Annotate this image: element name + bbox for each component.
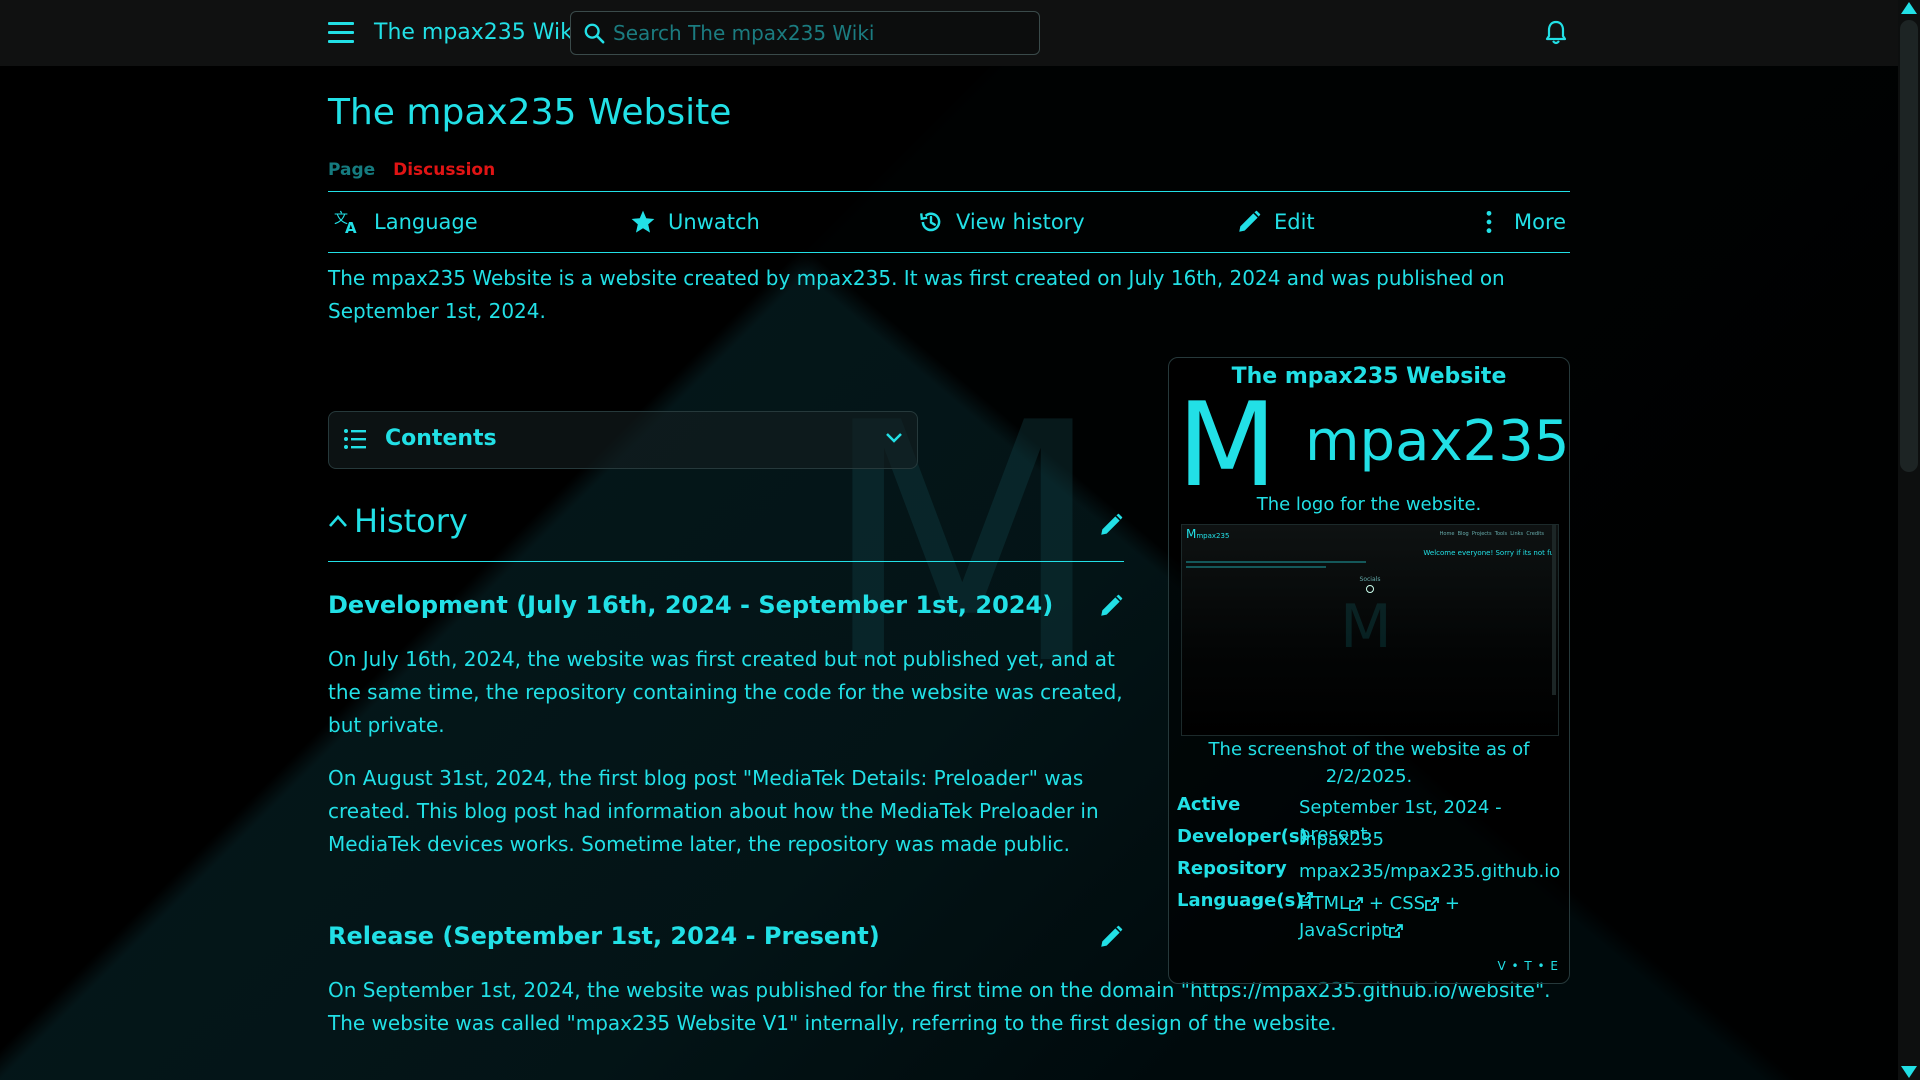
more-button[interactable]: More	[1476, 200, 1566, 244]
languages-value: HTML + CSS + JavaScript	[1299, 890, 1569, 944]
infobox-key: Repository	[1177, 858, 1287, 879]
search-icon	[584, 23, 605, 44]
development-heading: Development (July 16th, 2024 - September…	[328, 591, 1054, 619]
screenshot-brand: Mmpax235	[1186, 527, 1230, 541]
contents-toggle[interactable]: Contents	[328, 411, 918, 469]
screenshot-text-line	[1186, 566, 1326, 568]
infobox-key: Language(s)	[1177, 890, 1304, 911]
page-background-shadow	[0, 0, 1920, 1080]
development-paragraph-1: On July 16th, 2024, the website was firs…	[328, 647, 1123, 737]
star-icon	[631, 210, 655, 233]
site-title[interactable]: The mpax235 Wiki	[374, 20, 579, 45]
hamburger-menu-icon[interactable]	[328, 22, 354, 44]
scroll-down-arrow-icon[interactable]	[1901, 1066, 1917, 1078]
infobox-key: Active	[1177, 794, 1241, 815]
svg-text:A: A	[345, 219, 357, 235]
separator: +	[1368, 893, 1384, 914]
history-heading[interactable]: History	[328, 502, 468, 540]
javascript-link[interactable]: JavaScript	[1299, 920, 1389, 941]
history-title: History	[354, 502, 468, 540]
divider	[328, 561, 1124, 562]
page-actions-bar: 文A Language Unwatch View history Edit Mo…	[328, 200, 1570, 244]
tab-discussion[interactable]: Discussion	[393, 160, 495, 180]
search-box[interactable]	[570, 11, 1040, 55]
search-input[interactable]	[611, 12, 1025, 54]
language-button[interactable]: 文A Language	[334, 200, 478, 244]
translate-icon: 文A	[334, 211, 357, 235]
screenshot-nav: Home Blog Projects Tools Links Credits	[1439, 531, 1544, 537]
screenshot-bg-letter: M	[1340, 592, 1392, 662]
chevron-down-icon	[886, 433, 902, 443]
divider	[328, 252, 1570, 253]
edit-button[interactable]: Edit	[1236, 200, 1315, 244]
edit-section-pencil-icon[interactable]	[1098, 512, 1124, 538]
edit-label: Edit	[1274, 210, 1315, 234]
screenshot-socials: Socials	[1359, 576, 1381, 583]
css-link[interactable]: CSS	[1390, 893, 1425, 914]
infobox: The mpax235 Website M mpax235 The logo f…	[1168, 357, 1570, 984]
infobox-key: Developer(s)	[1177, 826, 1308, 847]
release-heading: Release (September 1st, 2024 - Present)	[328, 922, 880, 950]
unwatch-button[interactable]: Unwatch	[630, 200, 760, 244]
screenshot-scrollbar	[1552, 525, 1556, 695]
infobox-value[interactable]: mpax235	[1299, 826, 1569, 853]
chevron-up-icon	[329, 515, 347, 527]
page-tabs: Page Discussion	[328, 160, 495, 180]
more-vertical-icon	[1486, 210, 1492, 234]
scroll-up-arrow-icon[interactable]	[1901, 2, 1917, 14]
page-background	[0, 0, 1920, 1080]
screenshot-caption: The screenshot of the website as of 2/2/…	[1208, 739, 1530, 787]
infobox-logo-text: mpax235	[1305, 409, 1570, 474]
website-screenshot-image[interactable]: Mmpax235 Home Blog Projects Tools Links …	[1181, 524, 1559, 736]
more-label: More	[1514, 210, 1567, 234]
external-link-icon	[1425, 897, 1439, 911]
infobox-logo-letter: M	[1177, 378, 1278, 513]
language-label: Language	[374, 210, 478, 234]
screenshot-welcome: Welcome everyone! Sorry if its not fu	[1423, 549, 1554, 557]
unwatch-label: Unwatch	[668, 210, 760, 234]
external-link-icon	[1389, 924, 1404, 938]
page-title: The mpax235 Website	[328, 92, 732, 133]
external-link-icon	[1349, 897, 1363, 911]
scrollbar-thumb[interactable]	[1900, 20, 1918, 472]
list-icon	[344, 429, 366, 449]
view-history-button[interactable]: View history	[918, 200, 1085, 244]
history-icon	[920, 212, 941, 232]
development-paragraph-2: On August 31st, 2024, the first blog pos…	[328, 766, 1099, 856]
intro-paragraph: The mpax235 Website is a website created…	[328, 266, 1505, 323]
pencil-icon	[1239, 210, 1261, 232]
top-bar: The mpax235 Wiki	[0, 0, 1898, 66]
edit-section-pencil-icon[interactable]	[1098, 593, 1124, 619]
separator: +	[1444, 893, 1460, 914]
tab-page[interactable]: Page	[328, 160, 375, 180]
contents-label: Contents	[385, 426, 497, 451]
screenshot-text-line	[1186, 561, 1366, 563]
vte-links[interactable]: V • T • E	[1497, 959, 1559, 973]
logo-caption: The logo for the website.	[1256, 494, 1482, 515]
html-link[interactable]: HTML	[1299, 893, 1349, 914]
edit-section-pencil-icon[interactable]	[1098, 924, 1124, 950]
divider	[328, 191, 1570, 192]
notifications-bell-icon[interactable]	[1545, 20, 1567, 46]
vertical-scrollbar[interactable]	[1898, 0, 1920, 1080]
view-history-label: View history	[956, 210, 1085, 234]
